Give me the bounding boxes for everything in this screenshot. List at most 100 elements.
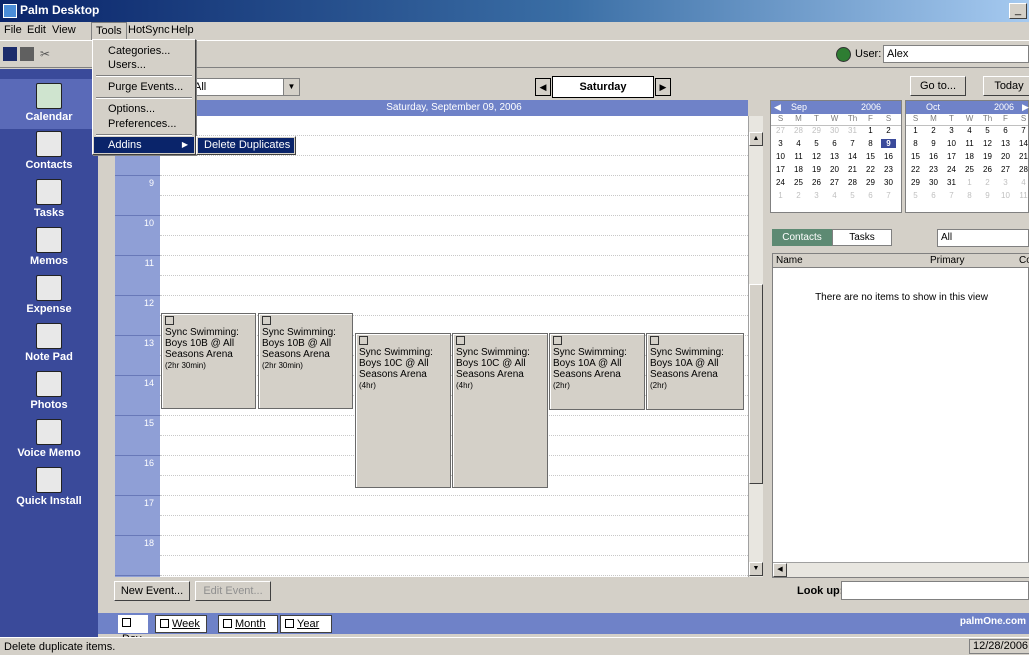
today-button[interactable]: Today [983,76,1029,96]
mini-calendar-day[interactable]: 26 [809,178,824,187]
sidebar-item-contacts[interactable]: Contacts [0,131,98,177]
mini-calendar-day[interactable]: 27 [773,126,788,135]
calendar-event[interactable]: Sync Swimming: Boys 10C @ All Seasons Aren… [355,333,451,488]
category-select[interactable]: All ▼ [190,78,300,96]
calendar-event[interactable]: Sync Swimming: Boys 10C @ All Seasons Aren… [452,333,548,488]
mini-calendar-day[interactable]: 19 [809,165,824,174]
mini-calendar-day[interactable]: 27 [827,178,842,187]
mini-calendar-day[interactable]: 31 [845,126,860,135]
mini-calendar-day[interactable]: 13 [827,152,842,161]
mini-calendar-day[interactable]: 10 [944,139,959,148]
sidebar-item-note-pad[interactable]: Note Pad [0,323,98,369]
prev-month-icon[interactable]: ◀ [774,102,781,113]
menu-item-preferences[interactable]: Preferences... [94,116,194,132]
mini-calendar-day[interactable]: 25 [791,178,806,187]
next-day-button[interactable]: ▶ [655,78,671,96]
mini-calendar-day[interactable]: 23 [881,165,896,174]
mini-calendar-day[interactable]: 1 [962,178,977,187]
mini-calendar-day[interactable]: 12 [809,152,824,161]
mini-calendar-day[interactable]: 6 [863,191,878,200]
mini-calendar-day[interactable]: 17 [944,152,959,161]
mini-calendar-day[interactable]: 4 [962,126,977,135]
menu-file[interactable]: File [4,24,22,36]
mini-calendar-day[interactable]: 31 [944,178,959,187]
tab-year[interactable]: Year [280,615,332,633]
sidebar-item-voice-memo[interactable]: Voice Memo [0,419,98,465]
mini-calendar-day[interactable]: 24 [944,165,959,174]
mini-calendar-day[interactable]: 29 [908,178,923,187]
mini-calendar-day[interactable]: 1 [863,126,878,135]
mini-calendar-day[interactable]: 15 [863,152,878,161]
tab-tasks[interactable]: Tasks [832,229,892,246]
mini-calendar-day[interactable]: 19 [980,152,995,161]
mini-calendar-day[interactable]: 17 [773,165,788,174]
mini-calendar-day[interactable]: 8 [908,139,923,148]
contacts-list[interactable]: Name Primary Co There are no items to sh… [772,253,1029,578]
mini-calendar-day[interactable]: 5 [980,126,995,135]
mini-calendar-day[interactable]: 16 [926,152,941,161]
previous-day-button[interactable]: ◀ [535,78,551,96]
mini-calendar-day[interactable]: 2 [791,191,806,200]
scroll-left-icon[interactable]: ◀ [773,563,787,577]
sidebar-item-tasks[interactable]: Tasks [0,179,98,225]
time-slot[interactable] [160,536,748,556]
menu-item-purge-events[interactable]: Purge Events... [94,79,194,95]
calendar-event[interactable]: Sync Swimming: Boys 10B @ All Seasons Aren… [161,313,256,409]
new-event-button[interactable]: New Event... [114,581,190,601]
mini-calendar-day[interactable]: 1 [908,126,923,135]
mini-calendar-september[interactable]: ◀ Sep 2006 S M T W Th F S 27 28 29 30 31 1 2 3 4 5 6 7 8 9 1… [770,100,902,213]
menu-view[interactable]: View [52,24,76,36]
time-slot[interactable] [160,156,748,176]
mini-calendar-day[interactable]: 6 [926,191,941,200]
mini-calendar-day[interactable]: 8 [962,191,977,200]
mini-calendar-day[interactable]: 20 [998,152,1013,161]
time-slot[interactable] [160,216,748,236]
mini-calendar-day[interactable]: 8 [863,139,878,148]
mini-calendar-day[interactable]: 7 [881,191,896,200]
mini-calendar-day[interactable]: 7 [944,191,959,200]
mini-calendar-day[interactable]: 4 [791,139,806,148]
mini-calendar-day[interactable]: 30 [827,126,842,135]
mini-calendar-day[interactable]: 11 [791,152,806,161]
menu-tools[interactable]: Tools [91,22,127,40]
go-to-button[interactable]: Go to... [910,76,966,96]
menu-edit[interactable]: Edit [27,24,46,36]
mini-calendar-day[interactable]: 7 [845,139,860,148]
time-slot[interactable] [160,176,748,196]
cut-icon[interactable]: ✂ [40,47,54,61]
time-slot[interactable] [160,496,748,516]
mini-calendar-day[interactable]: 4 [1016,178,1029,187]
sidebar-item-quick-install[interactable]: Quick Install [0,467,98,513]
mini-calendar-day[interactable]: 2 [881,126,896,135]
contacts-filter-select[interactable]: All [937,229,1029,247]
menu-item-users[interactable]: Users... [94,57,194,73]
mini-calendar-day[interactable]: 15 [908,152,923,161]
mini-calendar-day[interactable]: 25 [962,165,977,174]
mini-calendar-day[interactable]: 28 [845,178,860,187]
menu-help[interactable]: Help [171,24,194,36]
column-co[interactable]: Co [1019,255,1029,266]
mini-calendar-day[interactable]: 3 [809,191,824,200]
time-slot[interactable] [160,276,748,296]
time-slot[interactable] [160,236,748,256]
tab-month[interactable]: Month [218,615,278,633]
mini-calendar-day[interactable]: 14 [845,152,860,161]
time-slot[interactable] [160,116,748,136]
mini-calendar-day[interactable]: 21 [845,165,860,174]
tab-contacts[interactable]: Contacts [772,229,832,246]
mini-calendar-day[interactable]: 11 [962,139,977,148]
mini-calendar-day[interactable]: 9 [980,191,995,200]
menu-item-options[interactable]: Options... [94,101,194,117]
mini-calendar-day[interactable]: 1 [773,191,788,200]
mini-calendar-day[interactable]: 29 [863,178,878,187]
print-icon[interactable] [20,47,34,61]
mini-calendar-day[interactable]: 29 [809,126,824,135]
time-slot[interactable] [160,576,748,577]
time-slot[interactable] [160,196,748,216]
mini-calendar-day[interactable]: 12 [980,139,995,148]
mini-calendar-day[interactable]: 14 [1016,139,1029,148]
mini-calendar-day[interactable]: 3 [998,178,1013,187]
menu-item-addins[interactable]: Addins ▶ [94,137,194,153]
time-slot[interactable] [160,556,748,576]
sidebar-item-expense[interactable]: Expense [0,275,98,321]
